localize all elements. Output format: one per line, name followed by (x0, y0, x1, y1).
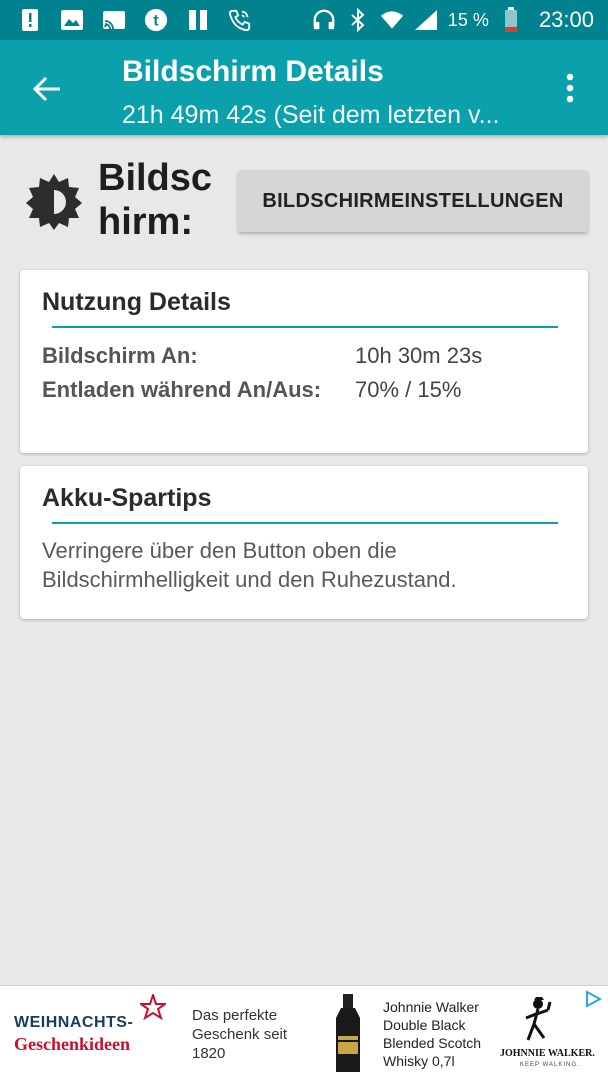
battery-icon (499, 7, 523, 32)
row-label: Entladen während An/Aus: (42, 377, 322, 402)
tumblr-icon: t (144, 8, 168, 32)
row-label: Bildschirm An: (42, 343, 198, 368)
arrow-left-icon (32, 75, 62, 108)
overflow-menu-button[interactable] (552, 70, 588, 110)
pause-icon (186, 8, 210, 32)
tips-text: Verringere über den Button oben die Bild… (42, 538, 457, 592)
bluetooth-icon (346, 8, 370, 32)
ad-banner[interactable]: WEIHNACHTS- Geschenkideen Das perfekte G… (0, 985, 608, 1080)
headphones-icon (312, 8, 336, 32)
tips-card-title: Akku-Spartips (42, 484, 212, 512)
card-divider (52, 326, 558, 328)
page-subtitle: 21h 49m 42s (Seit dem letzten v... (122, 101, 500, 129)
ad-tagline: Das perfekte Geschenk seit 1820 (192, 1007, 288, 1062)
back-button[interactable] (24, 68, 70, 114)
ad-logo-text: JOHNNIE WALKER. (500, 1048, 595, 1059)
whisky-bottle-image (326, 994, 370, 1074)
screen-settings-button[interactable]: BILDSCHIRMEINSTELLUNGEN (238, 170, 588, 232)
usage-row-discharge: Entladen während An/Aus: 70% / 15% (42, 377, 461, 403)
usage-row-screen-on: Bildschirm An: 10h 30m 23s (42, 343, 482, 369)
svg-text:t: t (153, 13, 159, 30)
brightness-icon (24, 172, 84, 232)
row-value: 70% / 15% (355, 377, 462, 402)
clock: 23:00 (538, 7, 594, 32)
battery-percent: 15 % (447, 9, 489, 30)
card-divider (52, 522, 558, 524)
signal-icon (414, 8, 438, 32)
usage-card-title: Nutzung Details (42, 288, 231, 316)
app-bar: Bildschirm Details 21h 49m 42s (Seit dem… (0, 40, 608, 135)
usage-details-card: Nutzung Details Bildschirm An: 10h 30m 2… (20, 270, 588, 453)
wifi-calling-icon (228, 8, 252, 32)
status-bar: t 15 % 23:00 (0, 0, 608, 40)
more-vertical-icon (566, 73, 574, 108)
star-icon (137, 991, 169, 1021)
ad-product: Johnnie Walker Double Black Blended Scot… (383, 999, 482, 1069)
page-title: Bildschirm Details (122, 55, 384, 88)
image-icon (60, 8, 84, 32)
battery-tips-card: Akku-Spartips Verringere über den Button… (20, 466, 588, 619)
adchoices-icon[interactable] (584, 990, 603, 1008)
row-value: 10h 30m 23s (355, 343, 483, 368)
ad-brand-line2: Geschenkideen (14, 1034, 131, 1054)
cast-icon (102, 8, 126, 32)
ad-logo-slogan: KEEP WALKING. (520, 1062, 580, 1068)
alert-icon (18, 8, 42, 32)
ad-brand-line1: WEIHNACHTS- (14, 1014, 134, 1031)
screen-heading: Bildschirm: (98, 157, 213, 243)
wifi-icon (380, 8, 404, 32)
